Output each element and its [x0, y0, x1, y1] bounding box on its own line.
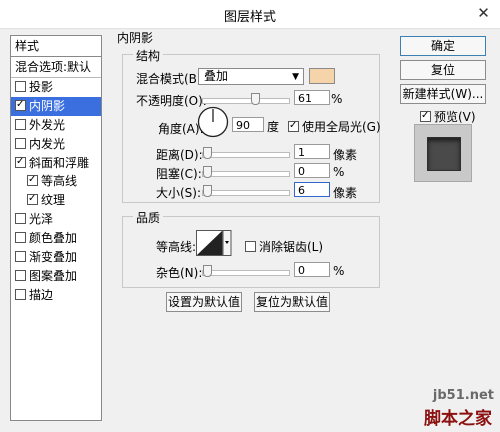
style-item-checkbox[interactable]	[15, 137, 26, 149]
style-item[interactable]: 斜面和浮雕	[11, 154, 101, 173]
preview-label: 预览(V)	[434, 110, 476, 124]
preview-swatch	[427, 137, 461, 171]
blend-mode-value: 叠加	[204, 69, 229, 83]
choke-unit: %	[333, 165, 345, 179]
style-item-checkbox[interactable]	[15, 232, 26, 244]
distance-slider-thumb[interactable]	[203, 147, 212, 159]
style-item-label: 斜面和浮雕	[29, 155, 90, 170]
preview-option[interactable]: 预览(V)	[420, 108, 476, 125]
angle-input[interactable]: 90	[232, 117, 264, 132]
angle-dial[interactable]	[197, 106, 229, 138]
noise-slider-thumb[interactable]	[203, 265, 212, 277]
shadow-color-swatch[interactable]	[309, 68, 335, 84]
style-item[interactable]: 投影	[11, 78, 101, 97]
opacity-unit: %	[331, 92, 343, 106]
style-item-checkbox[interactable]	[27, 191, 38, 207]
blend-mode-label: 混合模式(B):	[136, 72, 206, 86]
style-item[interactable]: 外发光	[11, 116, 101, 135]
structure-legend: 结构	[133, 47, 164, 64]
new-style-button[interactable]: 新建样式(W)...	[400, 84, 486, 104]
style-item-checkbox[interactable]	[15, 118, 26, 130]
style-item-label: 描边	[29, 287, 54, 302]
noise-input[interactable]: 0	[294, 262, 330, 277]
anti-alias-checkbox[interactable]	[245, 241, 256, 252]
style-item[interactable]: 描边	[11, 286, 101, 305]
size-slider[interactable]	[202, 185, 290, 197]
style-item-checkbox[interactable]	[15, 154, 26, 170]
style-item-checkbox[interactable]	[15, 251, 26, 263]
anti-alias-label: 消除锯齿(L)	[259, 240, 324, 254]
style-item-checkbox[interactable]	[15, 269, 26, 281]
chevron-down-icon: ▼	[292, 72, 299, 82]
title-bar: 图层样式 ✕	[0, 0, 500, 29]
preview-checkbox[interactable]	[420, 108, 431, 124]
style-item-label: 纹理	[41, 193, 66, 208]
distance-label: 距离(D):	[156, 148, 203, 162]
distance-unit: 像素	[333, 148, 358, 162]
styles-header[interactable]: 样式	[11, 36, 101, 57]
quality-legend: 品质	[133, 209, 164, 226]
ok-button[interactable]: 确定	[400, 36, 486, 56]
noise-unit: %	[333, 264, 345, 278]
style-item-label: 图案叠加	[29, 268, 78, 283]
choke-label: 阻塞(C):	[156, 167, 202, 181]
opacity-slider[interactable]	[202, 93, 290, 105]
style-item-label: 等高线	[41, 174, 78, 189]
choke-slider-thumb[interactable]	[203, 166, 212, 178]
style-item-label: 外发光	[29, 117, 66, 132]
style-item-checkbox[interactable]	[27, 172, 38, 188]
reset-default-button[interactable]: 复位为默认值	[254, 292, 330, 312]
style-item-label: 投影	[29, 80, 54, 94]
noise-label: 杂色(N):	[156, 266, 203, 280]
reset-button[interactable]: 复位	[400, 60, 486, 80]
global-light-option[interactable]: 使用全局光(G)	[288, 118, 381, 135]
blend-mode-select[interactable]: 叠加 ▼	[198, 68, 304, 85]
close-icon[interactable]: ✕	[476, 6, 491, 21]
distance-slider[interactable]	[202, 147, 290, 159]
style-item-checkbox[interactable]	[15, 288, 26, 300]
angle-unit: 度	[267, 120, 280, 134]
style-item-label: 颜色叠加	[29, 231, 78, 246]
style-item[interactable]: 图案叠加	[11, 267, 101, 286]
size-slider-thumb[interactable]	[203, 185, 212, 197]
distance-input[interactable]: 1	[294, 144, 330, 159]
style-item-label: 内阴影	[29, 98, 66, 113]
global-light-label: 使用全局光(G)	[302, 120, 381, 134]
watermark-url: jb51.net	[432, 388, 494, 403]
set-default-button[interactable]: 设置为默认值	[166, 292, 242, 312]
contour-picker[interactable]	[196, 230, 232, 256]
contour-label: 等高线:	[156, 240, 197, 254]
style-item-label: 内发光	[29, 136, 66, 151]
choke-input[interactable]: 0	[294, 163, 330, 178]
choke-slider[interactable]	[202, 166, 290, 178]
style-item-label: 光泽	[29, 212, 54, 227]
watermark-logo: 脚本之家	[424, 409, 492, 429]
style-item[interactable]: 颜色叠加	[11, 229, 101, 248]
window-title: 图层样式	[223, 10, 276, 25]
style-item-checkbox[interactable]	[15, 213, 26, 225]
global-light-checkbox[interactable]	[288, 118, 299, 134]
preview-thumbnail	[414, 124, 472, 182]
style-items: 投影内阴影外发光内发光斜面和浮雕等高线纹理光泽颜色叠加渐变叠加图案叠加描边	[11, 78, 101, 305]
style-item[interactable]: 等高线	[11, 172, 101, 191]
opacity-slider-thumb[interactable]	[251, 93, 261, 105]
styles-list: 样式 混合选项:默认 投影内阴影外发光内发光斜面和浮雕等高线纹理光泽颜色叠加渐变…	[10, 35, 102, 421]
style-item[interactable]: 渐变叠加	[11, 248, 101, 267]
style-item[interactable]: 纹理	[11, 191, 101, 210]
noise-slider[interactable]	[202, 265, 290, 277]
style-item-checkbox[interactable]	[15, 81, 26, 92]
blend-options-item[interactable]: 混合选项:默认	[11, 57, 101, 78]
style-item[interactable]: 内发光	[11, 135, 101, 154]
size-label: 大小(S):	[156, 186, 202, 200]
panel-title: 内阴影	[117, 31, 154, 45]
size-input[interactable]: 6	[294, 182, 330, 197]
style-item[interactable]: 内阴影	[11, 96, 101, 116]
opacity-input[interactable]: 61	[294, 90, 330, 105]
style-item-label: 渐变叠加	[29, 250, 78, 265]
style-item[interactable]: 光泽	[11, 210, 101, 229]
size-unit: 像素	[333, 186, 358, 200]
anti-alias-option[interactable]: 消除锯齿(L)	[245, 238, 323, 255]
style-item-checkbox[interactable]	[15, 97, 26, 113]
